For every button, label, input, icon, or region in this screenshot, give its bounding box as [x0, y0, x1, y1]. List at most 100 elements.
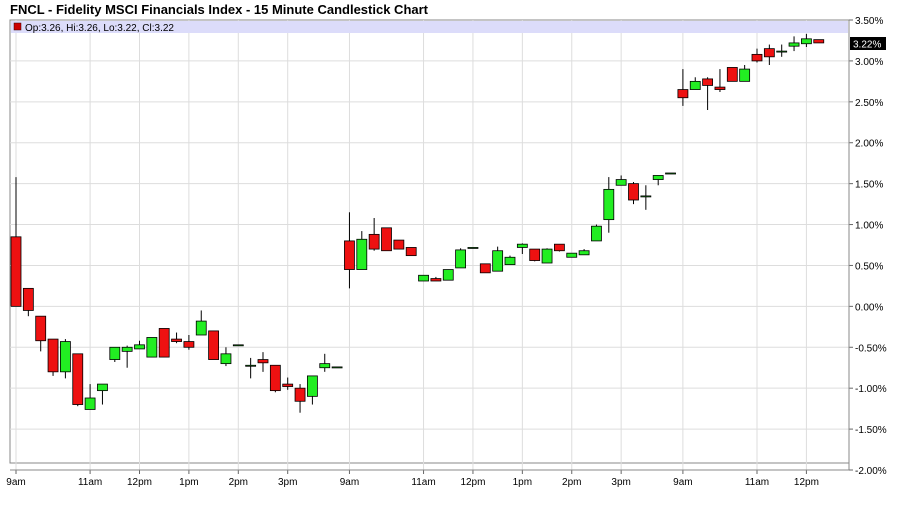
y-tick-label: -0.50% — [855, 343, 887, 354]
candle-body — [492, 250, 504, 272]
candle-body — [393, 239, 405, 250]
candle-body — [405, 247, 417, 257]
candle-body — [751, 53, 763, 62]
ohlc-marker-icon — [13, 22, 22, 31]
y-tick-label: 1.00% — [855, 221, 883, 232]
y-tick-label: 3.50% — [855, 16, 883, 27]
candle-body — [60, 341, 71, 373]
candle-body — [689, 80, 701, 90]
ohlc-label: Op:3.26, Hi:3.26, Lo:3.22, Cl:3.22 — [25, 23, 174, 34]
candle-body — [84, 397, 96, 410]
candle — [504, 255, 516, 266]
candle-body — [418, 274, 429, 282]
candle-body — [121, 346, 133, 352]
candle-body — [529, 248, 541, 261]
candle-body — [665, 172, 676, 175]
y-tick-label: 3.00% — [855, 57, 883, 68]
candle — [442, 269, 454, 281]
x-tick-label: 9am — [6, 477, 25, 488]
x-tick-label: 2pm — [562, 477, 581, 488]
y-tick-label: 2.50% — [855, 98, 883, 109]
candle-body — [591, 225, 602, 242]
candle-body — [35, 315, 47, 342]
x-tick-label: 11am — [411, 477, 435, 488]
y-tick-label: 2.00% — [855, 139, 883, 150]
y-tick-label: 1.50% — [855, 180, 883, 191]
candle — [566, 252, 578, 258]
candle — [591, 224, 602, 242]
candle-body — [134, 344, 145, 350]
candle-body — [294, 387, 306, 402]
candle — [232, 344, 244, 347]
candle-body — [356, 238, 368, 270]
candle — [813, 39, 825, 44]
candle-body — [628, 183, 639, 201]
candle-body — [554, 243, 565, 252]
y-tick-label: -1.00% — [855, 384, 887, 395]
candle-body — [566, 252, 578, 258]
candle-body — [776, 50, 788, 53]
candle-body — [467, 247, 479, 249]
candle-body — [603, 188, 615, 221]
candle-body — [381, 227, 392, 252]
candle — [726, 67, 738, 82]
candle-body — [541, 248, 553, 264]
candle — [467, 247, 479, 249]
candle-body — [158, 328, 170, 358]
candle-body — [726, 67, 738, 82]
candle-body — [516, 243, 528, 248]
candle — [72, 353, 84, 407]
x-tick-label: 3pm — [278, 477, 297, 488]
candle-body — [677, 89, 689, 99]
candle — [418, 274, 429, 282]
candle-body — [232, 344, 244, 347]
candlestick-chart: Op:3.26, Hi:3.26, Lo:3.22, Cl:3.22 3.50%… — [6, 16, 887, 488]
candle — [405, 247, 417, 257]
candle-body — [319, 363, 331, 369]
candle — [208, 330, 220, 360]
candle — [331, 366, 343, 369]
candle-body — [220, 353, 232, 365]
candle-body — [22, 287, 34, 311]
candle-body — [504, 256, 516, 266]
candle-body — [171, 338, 182, 342]
candle-body — [269, 364, 281, 392]
y-tick-label: 0.00% — [855, 302, 883, 313]
plot-frame — [9, 19, 850, 464]
candle-body — [788, 42, 800, 47]
candle-body — [714, 86, 726, 90]
last-value-label: 3.22% — [853, 40, 881, 51]
candle-body — [615, 179, 627, 186]
candle-body — [257, 359, 269, 364]
candle-body — [640, 195, 652, 198]
candle — [269, 364, 281, 393]
candle-body — [344, 240, 355, 270]
candle-body — [109, 346, 121, 360]
x-tick-label: 9am — [673, 477, 692, 488]
candle — [665, 172, 676, 175]
candle-body — [455, 249, 467, 269]
candle-body — [97, 383, 108, 392]
candle-body — [652, 175, 664, 180]
candle-body — [479, 263, 491, 274]
x-tick-label: 12pm — [460, 477, 485, 488]
candle-body — [208, 330, 220, 360]
candle-body — [702, 78, 713, 86]
candle-body — [146, 337, 158, 358]
candle-body — [195, 320, 207, 336]
candle — [109, 346, 121, 362]
candle-body — [739, 68, 751, 82]
candle-body — [306, 375, 318, 397]
candle — [479, 263, 491, 274]
x-tick-label: 9am — [340, 477, 359, 488]
x-tick-label: 3pm — [611, 477, 630, 488]
x-tick-label: 12pm — [127, 477, 152, 488]
candle-body — [442, 269, 454, 281]
candle-body — [578, 250, 590, 256]
x-tick-label: 1pm — [513, 477, 532, 488]
y-tick-label: 0.50% — [855, 261, 883, 272]
candle — [47, 338, 59, 376]
x-tick-label: 11am — [745, 477, 769, 488]
x-tick-label: 2pm — [229, 477, 248, 488]
candle-body — [368, 233, 380, 250]
